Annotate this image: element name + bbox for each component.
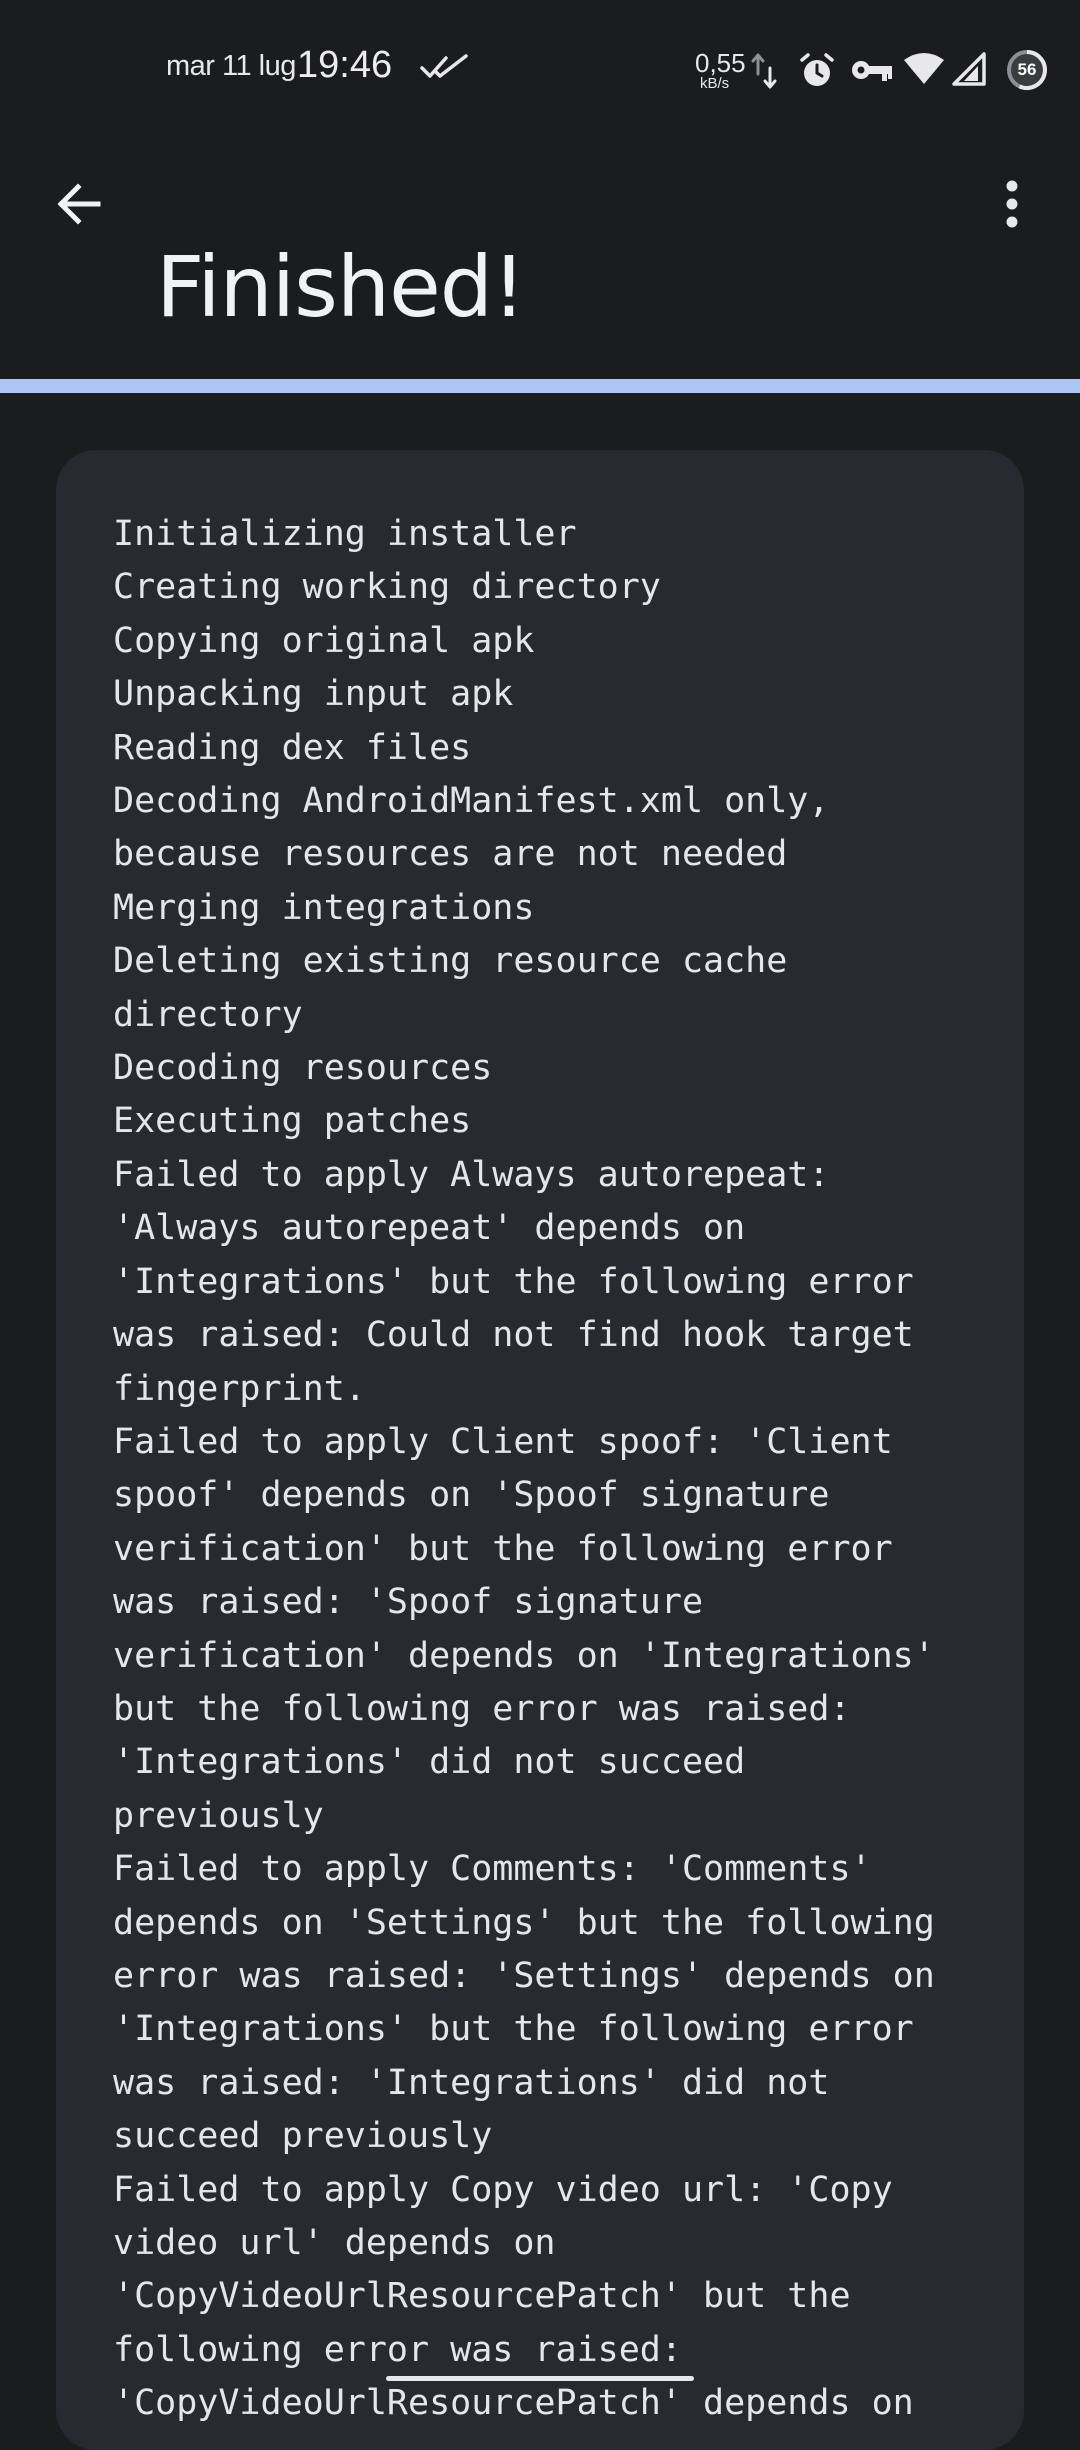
log-line: error was raised: 'Settings' depends on	[113, 1955, 935, 1996]
log-output: Initializing installer Creating working d…	[113, 508, 993, 2431]
log-line: Initializing installer	[113, 514, 577, 554]
log-line: Merging integrations	[113, 887, 535, 928]
log-line: Failed to apply Copy video url: 'Copy	[113, 2169, 893, 2210]
log-line: Executing patches	[113, 1101, 472, 1142]
log-line: 'CopyVideoUrlResourcePatch' but the	[113, 2276, 851, 2317]
log-line: directory	[113, 994, 303, 1035]
log-line: Decoding AndroidManifest.xml only,	[113, 781, 830, 822]
network-speed-unit: kB/s	[700, 75, 730, 92]
log-line: 'CopyVideoUrlResourcePatch' depends on	[113, 2383, 914, 2424]
log-line: verification' but the following error	[113, 1528, 893, 1569]
log-line: 'Integrations' did not succeed	[113, 1742, 746, 1783]
progress-fill	[0, 379, 1080, 393]
log-line: Reading dex files	[113, 727, 472, 768]
home-indicator[interactable]	[386, 2376, 694, 2381]
log-line: video url' depends on	[113, 2223, 556, 2263]
more-vert-icon	[1006, 180, 1018, 228]
log-line: Decoding resources	[113, 1048, 493, 1089]
log-line: but the following error was raised:	[113, 1688, 851, 1729]
arrow-back-icon	[57, 183, 101, 225]
wifi-icon	[904, 53, 944, 84]
log-line: following error was raised:	[113, 2329, 682, 2370]
log-line: depends on 'Settings' but the following	[113, 1902, 935, 1943]
cell-signal-icon	[952, 52, 986, 86]
network-speed: 0,55 kB/s	[692, 48, 752, 98]
log-line: was raised: Could not find hook target	[113, 1315, 914, 1356]
log-line: Creating working directory	[113, 567, 661, 608]
progress-bar	[0, 379, 1080, 393]
log-line: verification' depends on 'Integrations'	[113, 1635, 935, 1676]
log-line: Failed to apply Always autorepeat:	[113, 1154, 830, 1195]
log-line: was raised: 'Spoof signature	[113, 1582, 704, 1623]
alarm-icon	[800, 53, 834, 86]
log-line: 'Always autorepeat' depends on	[113, 1208, 746, 1249]
more-options-button[interactable]	[972, 164, 1052, 244]
battery-level: 56	[1017, 60, 1037, 79]
log-card: Initializing installer Creating working d…	[56, 450, 1024, 2450]
log-line: because resources are not needed	[113, 834, 788, 875]
status-date: mar 11 lug	[166, 50, 296, 82]
log-line: fingerprint.	[113, 1368, 366, 1409]
status-bar: mar 11 lug 19:46 0,55 kB/s 56	[0, 0, 1080, 140]
vpn-key-icon	[852, 61, 892, 81]
page-title: Finished!	[156, 238, 526, 336]
log-line: 'Integrations' but the following error	[113, 2009, 914, 2050]
double-check-icon	[420, 54, 468, 78]
log-line: spoof' depends on 'Spoof signature	[113, 1475, 830, 1516]
log-line: Unpacking input apk	[113, 674, 514, 715]
log-line: Copying original apk	[113, 620, 535, 661]
log-line: Failed to apply Client spoof: 'Client	[113, 1421, 893, 1462]
battery-icon: 56	[1005, 48, 1049, 92]
log-line: Failed to apply Comments: 'Comments'	[113, 1849, 872, 1890]
log-line: 'Integrations' but the following error	[113, 1261, 914, 1302]
upload-download-arrows-icon	[751, 53, 777, 89]
log-line: was raised: 'Integrations' did not	[113, 2062, 830, 2103]
log-line: succeed previously	[113, 2116, 493, 2157]
back-button[interactable]	[40, 164, 120, 244]
log-line: previously	[113, 1795, 324, 1836]
status-time: 19:46	[297, 44, 393, 86]
top-app-bar: Finished!	[0, 140, 1080, 380]
log-line: Deleting existing resource cache	[113, 941, 788, 982]
